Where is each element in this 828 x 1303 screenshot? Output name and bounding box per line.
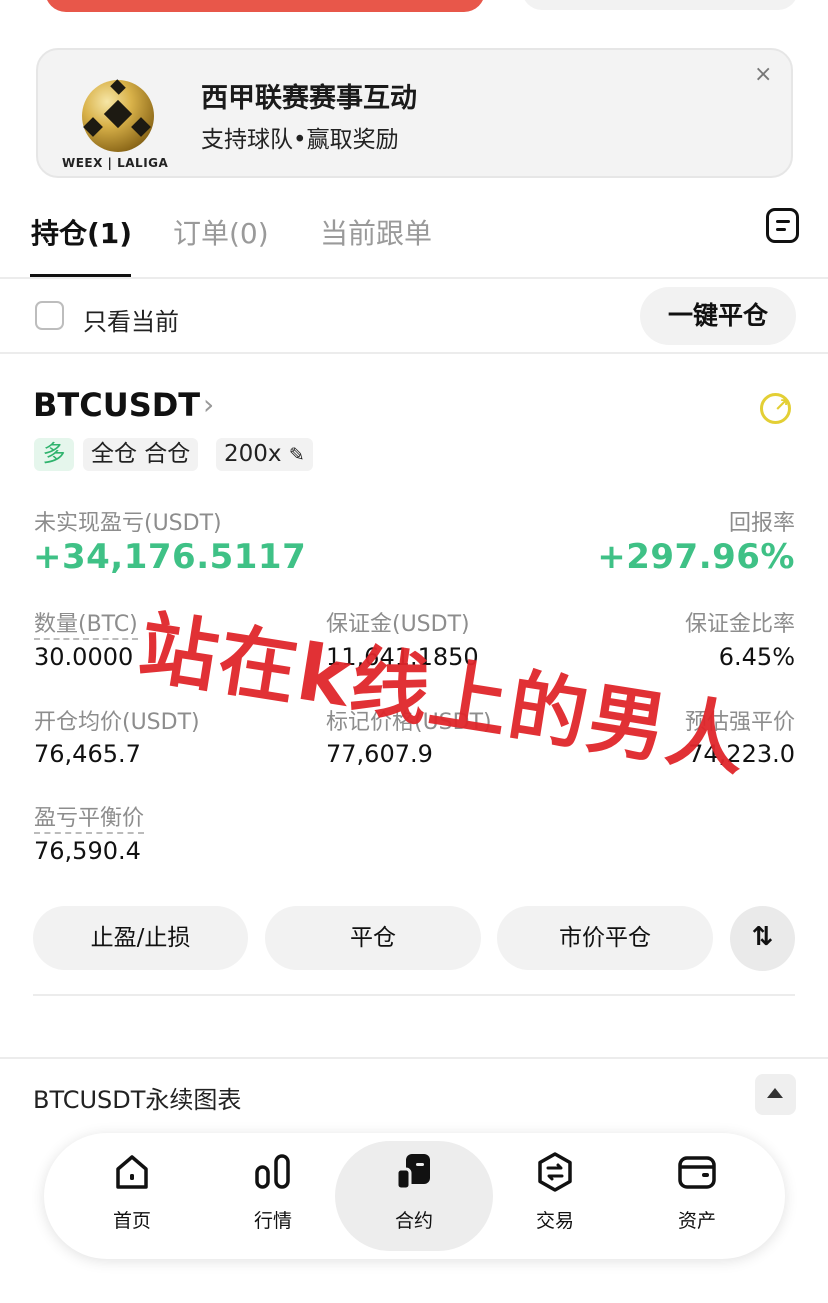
close-all-button[interactable]: 一键平仓: [640, 287, 796, 345]
tab-copy-trading[interactable]: 当前跟单: [320, 212, 432, 252]
close-icon[interactable]: ×: [754, 63, 772, 87]
nav-item-trade[interactable]: 交易: [505, 1150, 605, 1233]
nav-label: 资产: [677, 1210, 716, 1232]
nav-item-home[interactable]: 首页: [82, 1150, 182, 1233]
current-only-checkbox[interactable]: [35, 301, 64, 330]
nav-item-contract[interactable]: 合约: [364, 1150, 464, 1233]
side-badge: 多: [34, 438, 74, 471]
roe-value: +297.96%: [597, 537, 795, 577]
divider: [0, 1057, 828, 1059]
chart-section-title[interactable]: BTCUSDT永续图表: [33, 1080, 241, 1115]
market-close-button[interactable]: 市价平仓: [497, 906, 713, 970]
current-only-label: 只看当前: [83, 308, 179, 336]
divider: [0, 277, 828, 279]
trade-icon: [533, 1150, 577, 1194]
brand-logo: WEEX | LALIGA: [62, 156, 169, 170]
chevron-right-icon[interactable]: ›: [203, 388, 214, 421]
golden-football-image: [82, 79, 154, 152]
nav-label: 合约: [394, 1210, 433, 1232]
tab-orders[interactable]: 订单(0): [173, 212, 269, 252]
nav-item-assets[interactable]: 资产: [647, 1150, 747, 1233]
secondary-action-button[interactable]: [522, 0, 798, 10]
primary-action-button[interactable]: [45, 0, 485, 12]
swap-icon[interactable]: ⇅: [730, 906, 795, 971]
edit-icon: ✎: [288, 444, 305, 466]
mark-price-value: 77,607.9: [326, 740, 433, 768]
pnl-value: +34,176.5117: [33, 537, 307, 577]
tpsl-button[interactable]: 止盈/止损: [33, 906, 248, 970]
market-icon: [251, 1150, 295, 1194]
quantity-value: 30.0000: [34, 643, 134, 671]
chevron-up-icon[interactable]: [755, 1074, 796, 1115]
document-icon[interactable]: [766, 208, 799, 243]
leverage-value: 200x: [224, 441, 282, 467]
entry-price-label: 开仓均价(USDT): [34, 710, 200, 735]
nav-label: 行情: [253, 1210, 292, 1232]
divider: [33, 994, 795, 996]
position-symbol[interactable]: BTCUSDT: [33, 386, 200, 424]
quantity-label[interactable]: 数量(BTC): [34, 606, 138, 640]
banner-title: 西甲联赛赛事互动: [201, 83, 417, 114]
roe-label: 回报率: [728, 511, 795, 536]
nav-label: 交易: [535, 1210, 574, 1232]
close-position-button[interactable]: 平仓: [265, 906, 481, 970]
divider: [0, 352, 828, 354]
tab-positions[interactable]: 持仓(1): [31, 212, 132, 252]
wallet-icon: [675, 1150, 719, 1194]
share-icon[interactable]: ↗: [760, 393, 791, 424]
contract-icon: [392, 1150, 436, 1194]
leverage-badge[interactable]: 200x ✎: [216, 438, 313, 471]
margin-mode-badge: 全仓 合仓: [83, 438, 199, 471]
home-icon: [110, 1150, 154, 1194]
banner-subtitle: 支持球队•赢取奖励: [201, 127, 399, 153]
breakeven-value: 76,590.4: [34, 837, 141, 865]
margin-ratio-label: 保证金比率: [684, 612, 795, 637]
pnl-label: 未实现盈亏(USDT): [34, 511, 222, 536]
entry-price-value: 76,465.7: [34, 740, 141, 768]
margin-ratio-value: 6.45%: [718, 643, 795, 671]
nav-label: 首页: [112, 1210, 151, 1232]
nav-item-market[interactable]: 行情: [223, 1150, 323, 1233]
breakeven-label[interactable]: 盈亏平衡价: [34, 800, 145, 834]
